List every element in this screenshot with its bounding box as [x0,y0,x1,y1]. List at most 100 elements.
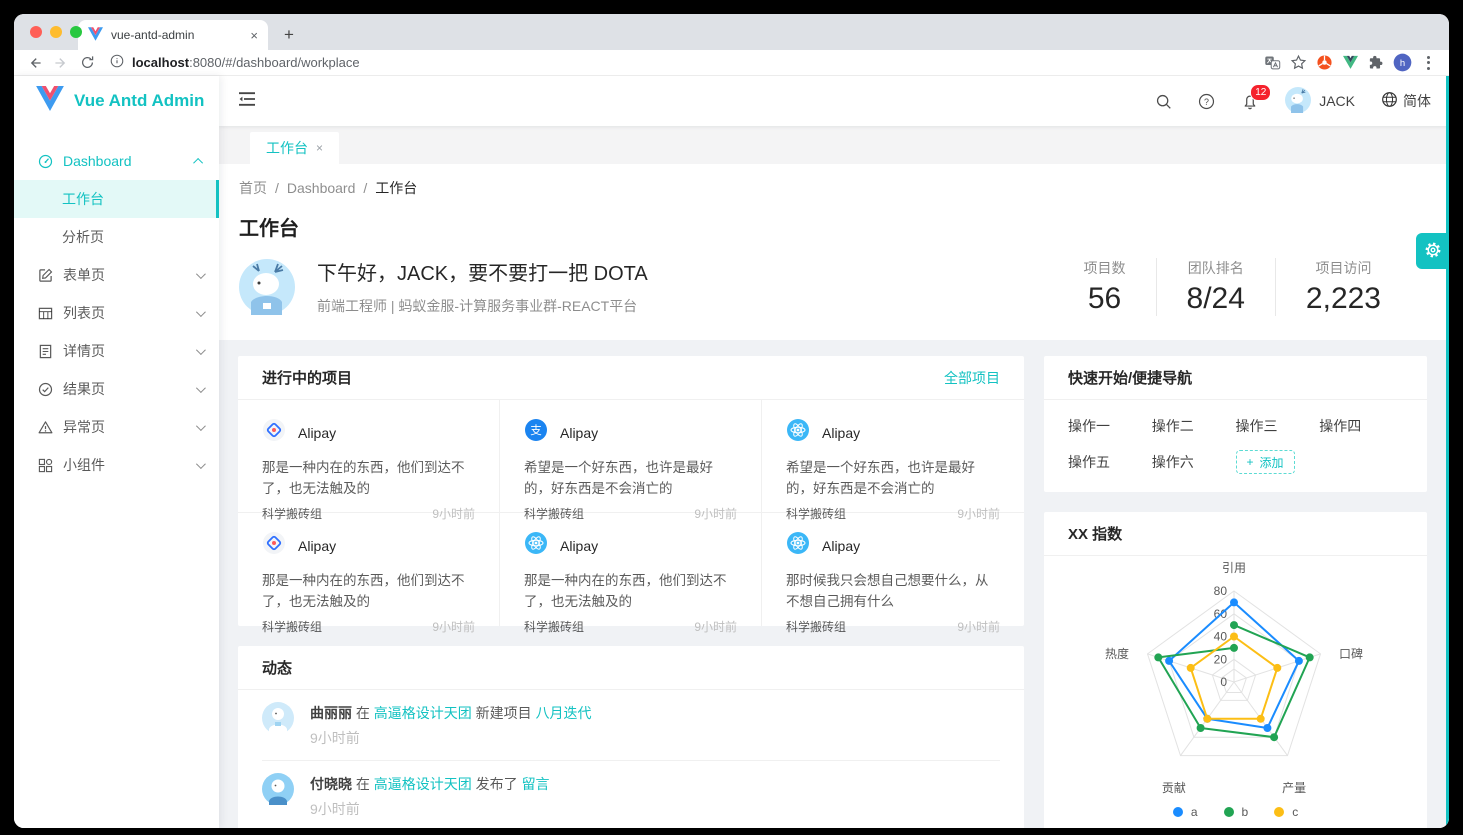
breadcrumb-separator: / [363,180,367,196]
activity-link[interactable]: 留言 [522,776,550,792]
language-switcher[interactable]: 简体 [1381,91,1431,111]
reload-icon[interactable] [76,52,98,74]
window-minimize-button[interactable] [50,26,62,38]
notification-bell-icon[interactable]: 12 [1241,92,1259,110]
user-menu[interactable]: JACK [1285,87,1355,116]
activity-link[interactable]: 高逼格设计天团 [374,705,472,721]
profile-avatar[interactable]: h [1391,52,1413,74]
new-tab-button[interactable]: + [276,22,302,48]
svg-text:80: 80 [1214,584,1228,598]
stat-item: 项目数56 [1054,258,1156,316]
bookmark-star-icon[interactable] [1287,52,1309,74]
help-icon[interactable]: ? [1198,93,1215,110]
breadcrumb-separator: / [275,180,279,196]
add-operation-button[interactable]: +添加 [1236,450,1295,474]
sidebar-item-dashboard[interactable]: Dashboard [14,142,219,180]
quicknav-link[interactable]: 操作三 [1236,416,1320,436]
svg-text:引用: 引用 [1222,561,1246,575]
extension-target-icon[interactable] [1313,52,1335,74]
window-zoom-button[interactable] [70,26,82,38]
svg-text:h: h [1399,58,1404,69]
activity-plain-text: 在 [352,776,374,792]
project-group-link[interactable]: 科学搬砖组 [786,618,846,635]
address-bar[interactable]: localhost:8080/#/dashboard/workplace [102,54,1257,71]
gear-icon [1424,241,1442,262]
browser-tab[interactable]: vue-antd-admin × [78,20,268,50]
legend-dot [1173,807,1183,817]
vue-favicon-icon [88,27,103,44]
projects-card-title: 进行中的项目 [262,367,944,388]
greeting-title: 下午好，JACK，要不要打一把 DOTA [317,257,648,286]
check-circle-icon [38,382,53,397]
app-header: ? 12 JACK [219,76,1449,126]
project-description: 那是一种内在的东西，他们到达不了，也无法触及的 [262,457,475,499]
project-card[interactable]: Alipay那时候我只会想自己想要什么，从不想自己拥有什么科学搬砖组9小时前 [762,513,1024,626]
legend-item-b[interactable]: b [1224,805,1249,819]
legend-item-a[interactable]: a [1173,805,1198,819]
svg-text:支: 支 [530,424,542,437]
vue-devtools-icon[interactable] [1339,52,1361,74]
browser-tab-strip: vue-antd-admin × + [14,14,1449,50]
sidebar-item-exception[interactable]: 异常页 [14,408,219,446]
stat-label: 项目数 [1084,258,1126,278]
project-name: Alipay [560,538,598,554]
chart-card: XX 指数 020406080引用口碑产量贡献热度 abc [1044,512,1427,828]
sidebar: Vue Antd Admin Dashboard工作台分析页表单页列表页详情页结… [14,76,219,828]
sidebar-item-list[interactable]: 列表页 [14,294,219,332]
radar-chart: 020406080引用口碑产量贡献热度 [1044,556,1425,798]
browser-tab-title: vue-antd-admin [111,28,242,42]
activity-link[interactable]: 高逼格设计天团 [374,776,472,792]
page-info-icon[interactable] [110,54,124,71]
stat-label: 团队排名 [1187,258,1245,278]
quicknav-link[interactable]: 操作五 [1068,452,1152,472]
sidebar-item-components[interactable]: 小组件 [14,446,219,484]
sidebar-item-workplace[interactable]: 工作台 [14,180,219,218]
app-logo[interactable]: Vue Antd Admin [14,76,219,126]
quicknav-link[interactable]: 操作四 [1319,416,1403,436]
project-card[interactable]: Alipay那是一种内在的东西，他们到达不了，也无法触及的科学搬砖组9小时前 [238,513,500,626]
project-card[interactable]: 支Alipay希望是一个好东西，也许是最好的，好东西是不会消亡的科学搬砖组9小时… [500,400,762,513]
sidebar-item-label: 异常页 [63,417,196,437]
greeting-subtitle: 前端工程师 | 蚂蚁金服-计算服务事业群-REACT平台 [317,296,648,316]
activity-time: 9小时前 [310,728,592,748]
project-card-head: Alipay [524,531,737,560]
stat-item: 项目访问2,223 [1275,258,1411,316]
username-label: JACK [1319,93,1355,109]
quicknav-link[interactable]: 操作二 [1152,416,1236,436]
vue-logo-icon [36,86,64,116]
legend-item-c[interactable]: c [1274,805,1298,819]
window-close-button[interactable] [30,26,42,38]
activity-avatar-1 [262,702,294,734]
project-card[interactable]: Alipay希望是一个好东西，也许是最好的，好东西是不会消亡的科学搬砖组9小时前 [762,400,1024,513]
menu-fold-icon[interactable] [239,92,255,111]
project-footer: 科学搬砖组9小时前 [524,618,737,635]
project-group-link[interactable]: 科学搬砖组 [262,618,322,635]
translate-icon[interactable] [1261,52,1283,74]
all-projects-link[interactable]: 全部项目 [944,368,1000,388]
project-name: Alipay [298,538,336,554]
svg-text:0: 0 [1220,675,1227,689]
page-tab-close-icon[interactable]: × [316,141,323,155]
page-tab-workplace[interactable]: 工作台 × [250,132,339,164]
browser-menu-icon[interactable] [1417,52,1439,74]
sidebar-item-form[interactable]: 表单页 [14,256,219,294]
quicknav-link[interactable]: 操作一 [1068,416,1152,436]
extensions-puzzle-icon[interactable] [1365,52,1387,74]
forward-icon[interactable] [50,52,72,74]
breadcrumb-item[interactable]: 首页 [239,180,267,196]
project-group-link[interactable]: 科学搬砖组 [524,618,584,635]
tab-close-icon[interactable]: × [250,28,258,43]
project-card[interactable]: Alipay那是一种内在的东西，他们到达不了，也无法触及的科学搬砖组9小时前 [500,513,762,626]
quicknav-link[interactable]: 操作六 [1152,452,1236,472]
projects-card: 进行中的项目 全部项目 Alipay那是一种内在的东西，他们到达不了，也无法触及… [238,356,1024,626]
search-icon[interactable] [1155,93,1172,110]
back-icon[interactable] [24,52,46,74]
breadcrumb-item[interactable]: Dashboard [287,180,356,196]
settings-button[interactable] [1416,233,1449,269]
dashboard-icon [38,154,53,169]
sidebar-item-analysis[interactable]: 分析页 [14,218,219,256]
sidebar-item-detail[interactable]: 详情页 [14,332,219,370]
project-card[interactable]: Alipay那是一种内在的东西，他们到达不了，也无法触及的科学搬砖组9小时前 [238,400,500,513]
sidebar-item-result[interactable]: 结果页 [14,370,219,408]
activity-link[interactable]: 八月迭代 [536,705,592,721]
